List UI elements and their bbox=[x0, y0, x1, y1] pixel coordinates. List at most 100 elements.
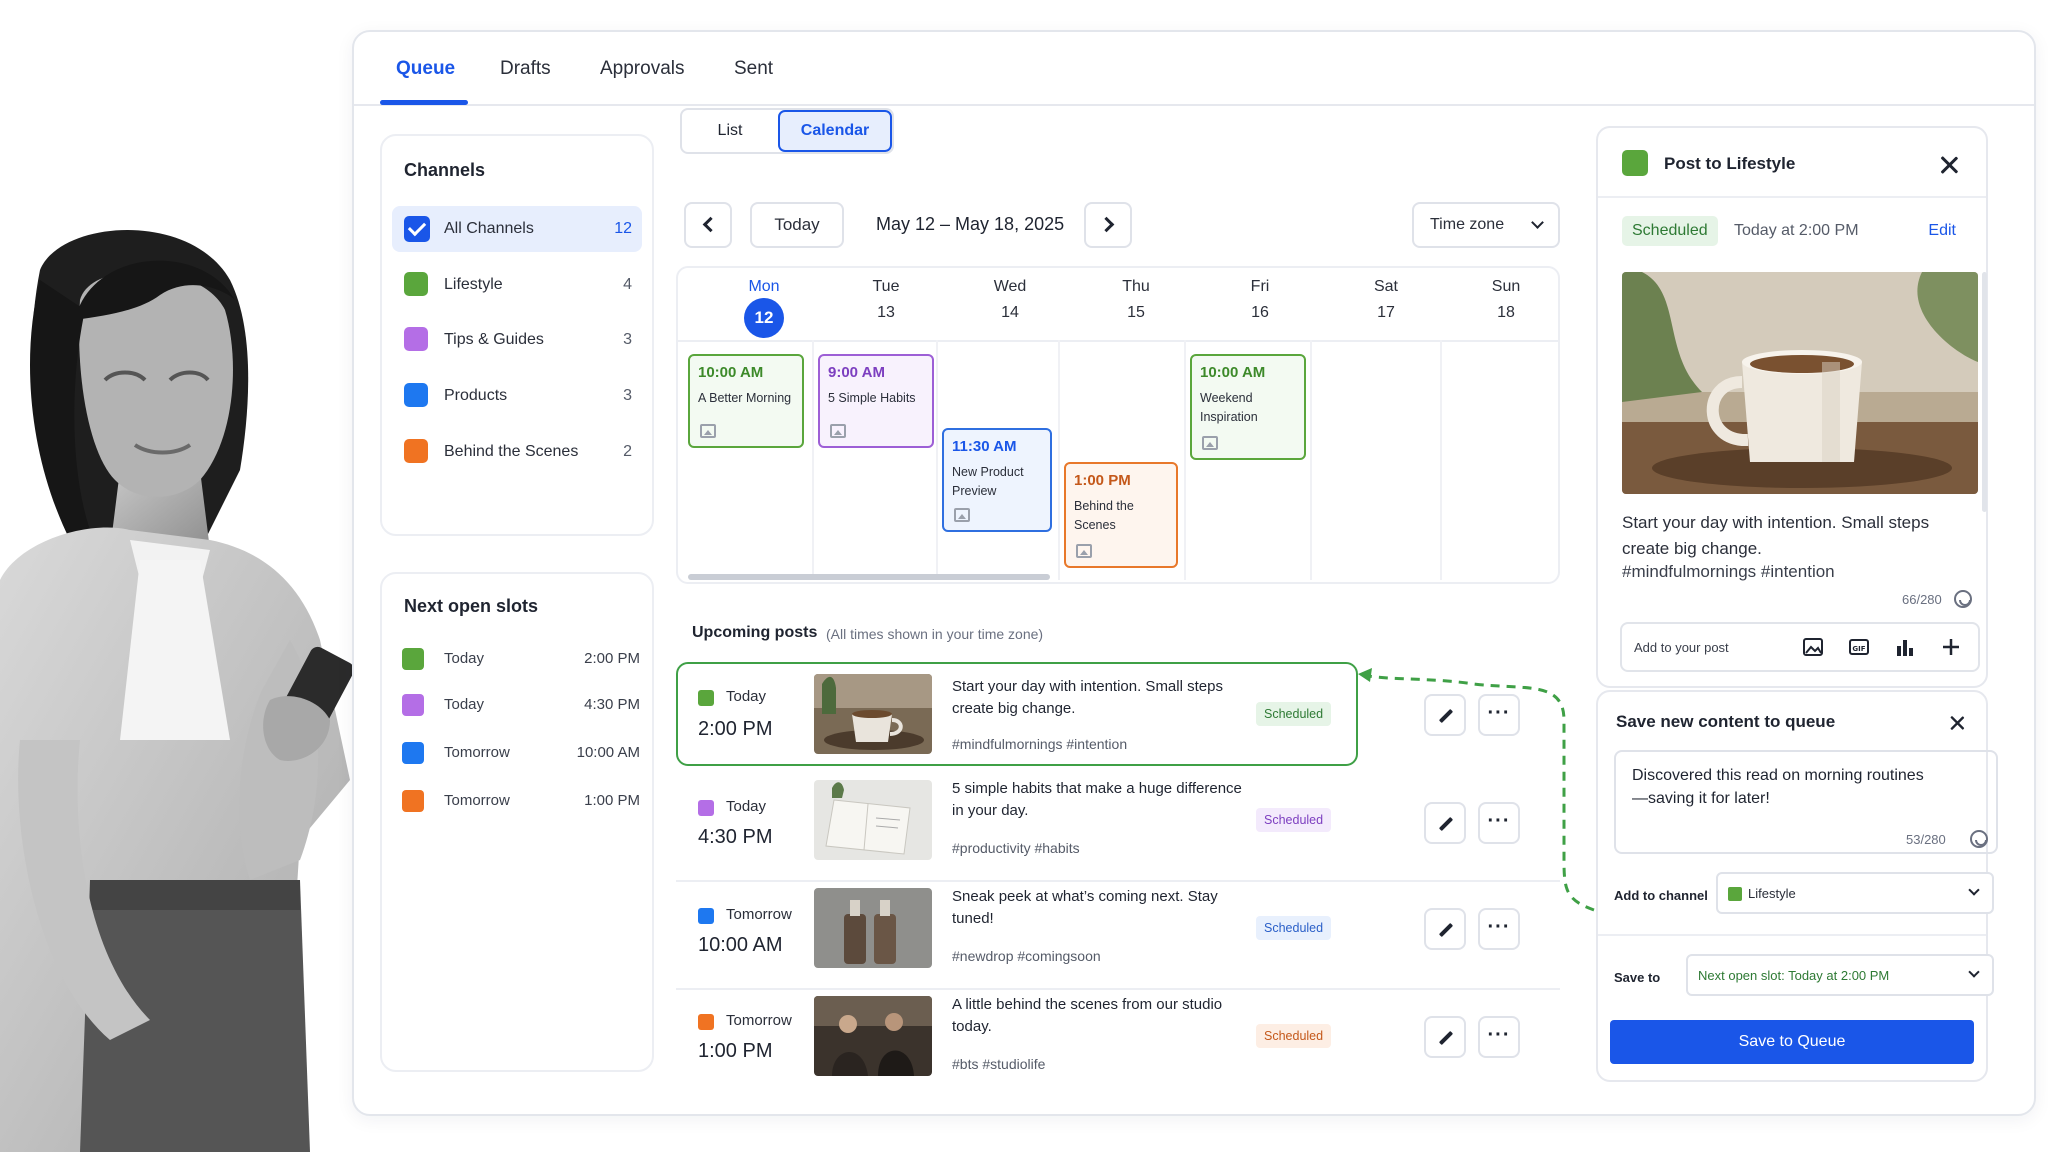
next-week-button[interactable] bbox=[1084, 202, 1132, 248]
emoji-icon[interactable] bbox=[1970, 830, 1988, 848]
slot-time: 10:00 AM bbox=[576, 744, 640, 761]
post-hashtags: #newdrop #comingsoon bbox=[952, 948, 1101, 964]
calendar-event[interactable]: 10:00 AM A Better Morning bbox=[688, 354, 804, 448]
checkbox-checked-icon[interactable] bbox=[404, 216, 430, 242]
day-number: 13 bbox=[877, 304, 895, 321]
save-to-select[interactable]: Next open slot: Today at 2:00 PM bbox=[1686, 954, 1994, 996]
emoji-icon[interactable] bbox=[1954, 590, 1972, 608]
day-header-sat[interactable]: Sat 17 bbox=[1324, 278, 1448, 322]
event-time: 10:00 AM bbox=[698, 364, 764, 381]
post-time: 2:00 PM bbox=[698, 718, 773, 740]
post-text: Start your day with intention. Small ste… bbox=[952, 678, 1223, 717]
channel-label: All Channels bbox=[444, 220, 534, 237]
post-text: Sneak peek at what’s coming next. Stay t… bbox=[952, 888, 1218, 927]
open-slot-row[interactable]: Tomorrow 10:00 AM bbox=[402, 738, 640, 768]
day-header-tue[interactable]: Tue 13 bbox=[824, 278, 948, 322]
day-number: 17 bbox=[1377, 304, 1395, 321]
channel-select[interactable]: Lifestyle bbox=[1716, 872, 1994, 914]
prev-week-button[interactable] bbox=[684, 202, 732, 248]
status-badge: Scheduled bbox=[1256, 702, 1332, 726]
day-header-mon[interactable]: Mon 12 bbox=[702, 278, 826, 338]
post-time: 1:00 PM bbox=[698, 1040, 773, 1062]
open-slot-row[interactable]: Tomorrow 1:00 PM bbox=[402, 786, 640, 816]
calendar-event[interactable]: 9:00 AM 5 Simple Habits bbox=[818, 354, 934, 448]
poll-icon[interactable] bbox=[1894, 636, 1916, 658]
open-slots-card: Next open slots Today 2:00 PM Today 4:30… bbox=[380, 572, 654, 1072]
chevron-down-icon bbox=[1968, 884, 1980, 896]
day-header-fri[interactable]: Fri 16 bbox=[1198, 278, 1322, 322]
status-badge: Scheduled bbox=[1256, 808, 1332, 832]
close-icon[interactable] bbox=[1948, 714, 1966, 732]
open-slot-row[interactable]: Today 4:30 PM bbox=[402, 690, 640, 720]
image-icon bbox=[700, 424, 716, 438]
character-count: 66/280 bbox=[1902, 592, 1942, 607]
day-name: Fri bbox=[1250, 278, 1270, 295]
slot-time: 4:30 PM bbox=[584, 696, 640, 713]
tab-queue[interactable]: Queue bbox=[396, 58, 455, 80]
timezone-select[interactable]: Time zone bbox=[1412, 202, 1560, 248]
day-header-wed[interactable]: Wed 14 bbox=[948, 278, 1072, 322]
content-textarea[interactable]: Discovered this read on morning routines… bbox=[1614, 750, 1998, 854]
calendar-scrollbar[interactable] bbox=[688, 574, 1050, 580]
slot-color-swatch bbox=[402, 742, 424, 764]
channel-lifestyle[interactable]: Lifestyle 4 bbox=[392, 262, 642, 308]
event-title: Behind the Scenes bbox=[1074, 499, 1134, 532]
list-view-button[interactable]: List bbox=[682, 110, 778, 152]
tab-sent[interactable]: Sent bbox=[734, 58, 773, 80]
day-header-sun[interactable]: Sun 18 bbox=[1444, 278, 1558, 322]
svg-text:GIF: GIF bbox=[1852, 645, 1865, 653]
event-title: New Product Preview bbox=[952, 465, 1024, 498]
open-slot-row[interactable]: Today 2:00 PM bbox=[402, 644, 640, 674]
image-icon bbox=[1202, 436, 1218, 450]
channel-all-channels[interactable]: All Channels 12 bbox=[392, 206, 642, 252]
coffee-cup-image bbox=[1622, 272, 1978, 494]
channel-behind-the-scenes[interactable]: Behind the Scenes 2 bbox=[392, 429, 642, 475]
upcoming-post-row[interactable]: Tomorrow 1:00 PM A little behind the sce… bbox=[676, 990, 1560, 1094]
gif-icon[interactable]: GIF bbox=[1848, 636, 1870, 658]
tab-drafts[interactable]: Drafts bbox=[500, 58, 551, 80]
calendar-column-divider bbox=[812, 340, 814, 580]
save-to-select-value: Next open slot: Today at 2:00 PM bbox=[1698, 968, 1890, 983]
channel-label: Tips & Guides bbox=[444, 331, 544, 348]
open-slots-title: Next open slots bbox=[404, 596, 539, 616]
more-icon: ··· bbox=[1487, 1024, 1511, 1046]
panel-scrollbar[interactable] bbox=[1982, 272, 1987, 512]
calendar-event[interactable]: 11:30 AM New Product Preview bbox=[942, 428, 1052, 532]
post-time: 4:30 PM bbox=[698, 826, 773, 848]
post-time: 10:00 AM bbox=[698, 934, 783, 956]
event-time: 11:30 AM bbox=[952, 438, 1017, 455]
post-hashtags: #mindfulmornings #intention bbox=[952, 736, 1128, 752]
day-header-thu[interactable]: Thu 15 bbox=[1074, 278, 1198, 322]
channel-label: Products bbox=[444, 387, 508, 404]
calendar-event[interactable]: 10:00 AM Weekend Inspiration bbox=[1190, 354, 1306, 460]
slot-day: Tomorrow bbox=[444, 744, 510, 761]
edit-link[interactable]: Edit bbox=[1928, 222, 1956, 240]
view-toggle: List Calendar bbox=[680, 108, 894, 154]
tab-approvals[interactable]: Approvals bbox=[600, 58, 685, 80]
day-name: Thu bbox=[1122, 278, 1150, 295]
close-icon[interactable] bbox=[1938, 154, 1960, 176]
slot-time: 1:00 PM bbox=[584, 792, 640, 809]
post-hashtags: #mindfulmornings #intention bbox=[1622, 562, 1835, 581]
calendar-event[interactable]: 1:00 PM Behind the Scenes bbox=[1064, 462, 1178, 568]
channel-products[interactable]: Products 3 bbox=[392, 373, 642, 419]
plus-icon[interactable] bbox=[1940, 636, 1962, 658]
channel-color-swatch bbox=[404, 439, 428, 463]
more-options-button[interactable]: ··· bbox=[1478, 1016, 1520, 1058]
channel-count: 3 bbox=[623, 387, 632, 404]
save-to-queue-button[interactable]: Save to Queue bbox=[1610, 1020, 1974, 1064]
image-icon bbox=[954, 508, 970, 522]
channel-color-swatch bbox=[404, 383, 428, 407]
channel-color-swatch bbox=[1728, 887, 1742, 901]
chevron-right-icon bbox=[1098, 216, 1114, 233]
channel-count: 2 bbox=[623, 443, 632, 460]
image-icon[interactable] bbox=[1802, 636, 1824, 658]
edit-post-button[interactable] bbox=[1424, 1016, 1466, 1058]
image-icon bbox=[830, 424, 846, 438]
today-button[interactable]: Today bbox=[750, 202, 844, 248]
calendar-view-button[interactable]: Calendar bbox=[778, 110, 892, 152]
channel-tips-guides[interactable]: Tips & Guides 3 bbox=[392, 317, 642, 363]
coffee-cup-thumbnail bbox=[814, 674, 932, 754]
stage: Queue Drafts Approvals Sent Channels All… bbox=[0, 0, 2048, 1152]
post-hashtags: #bts #studiolife bbox=[952, 1056, 1046, 1072]
